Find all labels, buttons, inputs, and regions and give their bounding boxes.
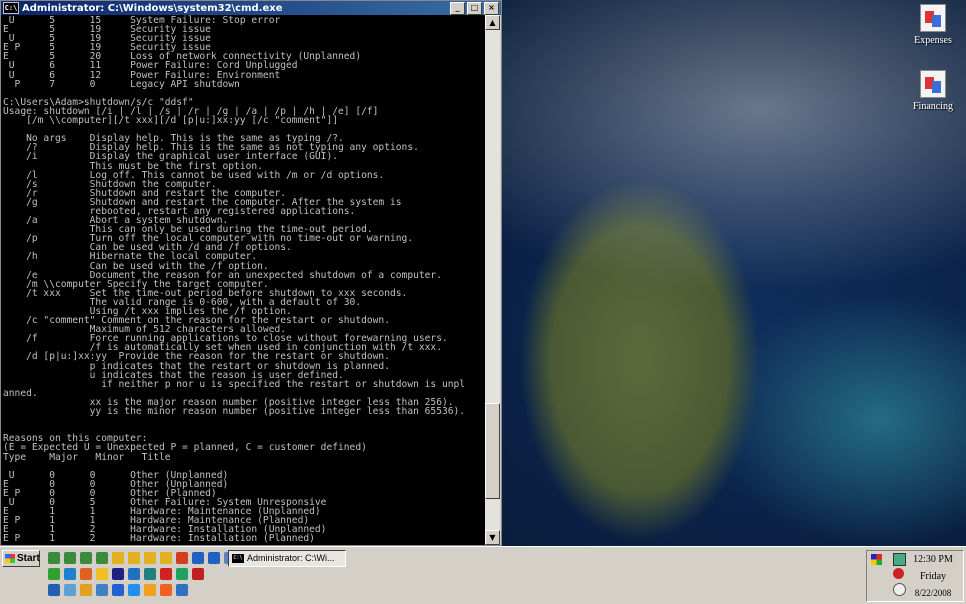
quick-launch-icon[interactable] (208, 552, 220, 564)
quick-launch-icon[interactable] (128, 552, 140, 564)
quick-launch-icon[interactable] (96, 584, 108, 596)
clock-date: 8/22/2008 (914, 588, 952, 598)
start-button[interactable]: Start (2, 550, 40, 567)
system-tray: 12:30 PM Friday 8/22/2008 (866, 550, 964, 602)
document-icon (920, 4, 946, 32)
quick-launch-icon[interactable] (176, 568, 188, 580)
quick-launch-icon[interactable] (144, 568, 156, 580)
quick-launch-icon[interactable] (48, 568, 60, 580)
desktop-icon-label: Financing (913, 101, 953, 112)
quick-launch-row (48, 584, 188, 596)
quick-launch-icon[interactable] (144, 552, 156, 564)
taskbar-button-cmd[interactable]: Administrator: C:\Wi... (228, 550, 346, 567)
close-button[interactable]: × (484, 1, 499, 15)
desktop-icon-expenses[interactable]: Expenses (898, 4, 966, 46)
taskbar: Start Administrator: C:\Wi... 12:30 PM F… (0, 546, 966, 604)
quick-launch-row (48, 568, 204, 580)
vertical-scrollbar[interactable]: ▲ ▼ (485, 15, 500, 545)
window-titlebar[interactable]: C:\ Administrator: C:\Windows\system32\c… (1, 1, 501, 15)
quick-launch-icon[interactable] (80, 552, 92, 564)
cmd-window[interactable]: C:\ Administrator: C:\Windows\system32\c… (0, 0, 502, 546)
scroll-thumb[interactable] (485, 403, 500, 499)
network-icon[interactable] (871, 554, 882, 565)
quick-launch-icon[interactable] (80, 568, 92, 580)
desktop-icon-financing[interactable]: Financing (898, 70, 966, 112)
document-icon (920, 70, 946, 98)
quick-launch-icon[interactable] (112, 584, 124, 596)
quick-launch-icon[interactable] (96, 568, 108, 580)
quick-launch-icon[interactable] (160, 552, 172, 564)
quick-launch-icon[interactable] (112, 552, 124, 564)
scroll-up-button[interactable]: ▲ (485, 15, 500, 30)
quick-launch-icon[interactable] (64, 568, 76, 580)
quick-launch-icon[interactable] (64, 552, 76, 564)
quick-launch-icon[interactable] (64, 584, 76, 596)
maximize-button[interactable]: □ (467, 1, 482, 15)
cmd-icon: C:\ (3, 2, 19, 14)
scroll-down-button[interactable]: ▼ (485, 530, 500, 545)
quick-launch-icon[interactable] (192, 552, 204, 564)
window-title: Administrator: C:\Windows\system32\cmd.e… (22, 2, 283, 14)
clock-time[interactable]: 12:30 PM (903, 554, 963, 565)
quick-launch-icon[interactable] (128, 584, 140, 596)
quick-launch-icon[interactable] (192, 568, 204, 580)
console-text: U 5 15 System Failure: Stop error E 5 19… (3, 15, 466, 545)
quick-launch-icon[interactable] (48, 584, 60, 596)
quick-launch-icon[interactable] (128, 568, 140, 580)
console-output[interactable]: U 5 15 System Failure: Stop error E 5 19… (1, 15, 485, 545)
quick-launch-icon[interactable] (112, 568, 124, 580)
quick-launch-icon[interactable] (160, 584, 172, 596)
quick-launch-icon[interactable] (176, 552, 188, 564)
quick-launch-row (48, 552, 236, 564)
quick-launch-icon[interactable] (80, 584, 92, 596)
quick-launch-icon[interactable] (48, 552, 60, 564)
quick-launch-icon[interactable] (96, 552, 108, 564)
desktop-icon-label: Expenses (914, 35, 952, 46)
clock-day: Friday (919, 571, 947, 582)
quick-launch-icon[interactable] (144, 584, 156, 596)
quick-launch-icon[interactable] (160, 568, 172, 580)
minimize-button[interactable]: _ (450, 1, 465, 15)
quick-launch-icon[interactable] (176, 584, 188, 596)
